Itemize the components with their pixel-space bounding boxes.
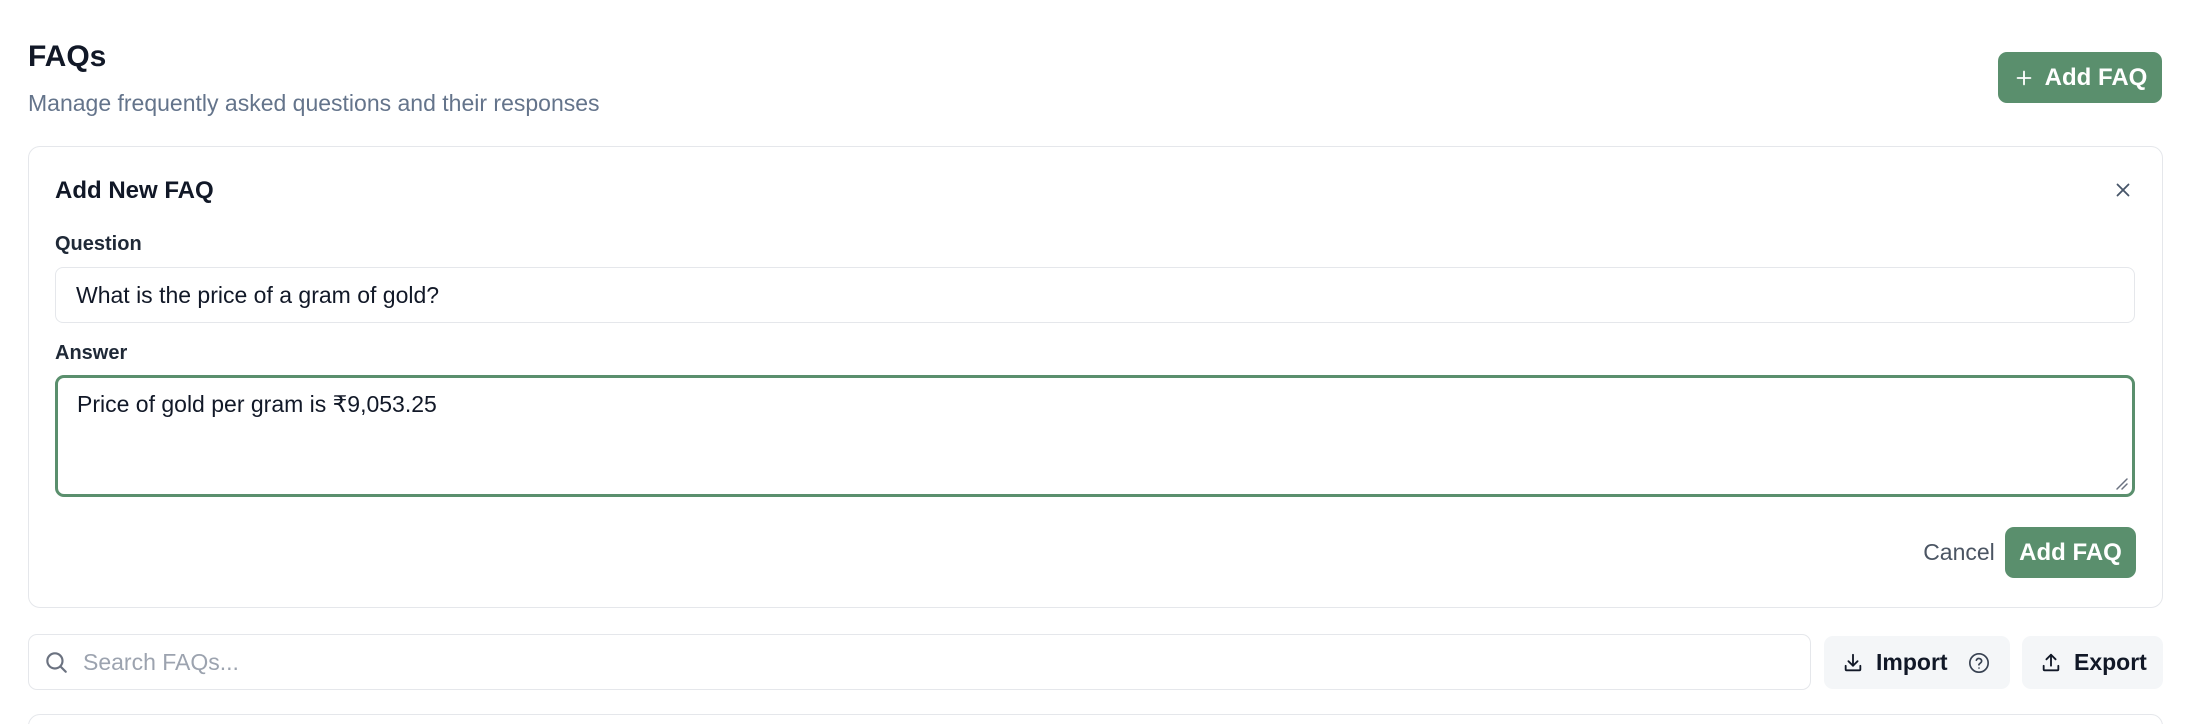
import-label: Import (1876, 649, 1948, 675)
question-input[interactable]: What is the price of a gram of gold? (55, 267, 2135, 323)
answer-textarea[interactable]: Price of gold per gram is ₹9,053.25 (55, 375, 2135, 497)
search-input[interactable] (83, 648, 1783, 676)
form-title: Add New FAQ (55, 177, 214, 204)
close-icon[interactable] (2110, 177, 2136, 203)
search-field[interactable] (28, 634, 1811, 690)
help-circle-icon[interactable] (1968, 652, 1990, 674)
faq-page: FAQs Manage frequently asked questions a… (0, 0, 2188, 724)
page-title: FAQs (28, 40, 107, 73)
add-faq-header-button[interactable]: Add FAQ (1998, 52, 2162, 103)
export-button[interactable]: Export (2022, 636, 2163, 689)
search-icon (46, 652, 67, 673)
page-subtitle: Manage frequently asked questions and th… (28, 90, 600, 116)
answer-text: Price of gold per gram is ₹9,053.25 (77, 391, 437, 417)
submit-faq-button[interactable]: Add FAQ (2005, 527, 2136, 578)
download-icon (1844, 653, 1862, 671)
export-label: Export (2074, 649, 2147, 675)
add-faq-header-label: Add FAQ (2044, 63, 2148, 91)
upload-icon (2042, 653, 2060, 671)
import-button[interactable]: Import (1824, 636, 2010, 689)
plus-icon (2016, 70, 2032, 85)
question-label: Question (55, 233, 142, 255)
resize-grip-icon[interactable] (2113, 475, 2129, 491)
faq-list-card (28, 714, 2163, 724)
answer-label: Answer (55, 342, 128, 364)
add-faq-form-card: Add New FAQ Question What is the price o… (28, 146, 2163, 608)
